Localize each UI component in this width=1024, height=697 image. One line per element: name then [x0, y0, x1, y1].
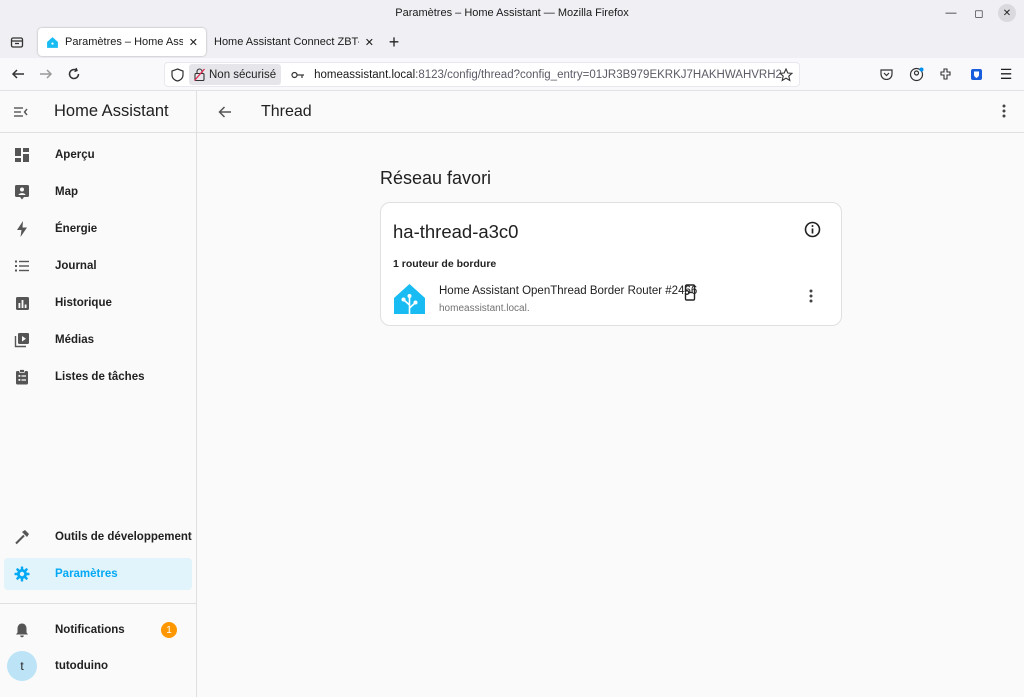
arrow-left-icon: [218, 105, 231, 118]
sidebar-item-label: Énergie: [55, 223, 98, 235]
sidebar-item-user-profile[interactable]: t tutoduino: [4, 650, 192, 682]
sidebar-item-label: Médias: [55, 334, 94, 346]
tab-label: Paramètres – Home Assistant: [65, 36, 183, 48]
tab-list-icon: [10, 37, 24, 48]
cellphone-key-icon: [683, 284, 696, 301]
sidebar-item-todo-lists[interactable]: Listes de tâches: [4, 361, 192, 393]
border-router-name: Home Assistant OpenThread Border Router …: [439, 285, 698, 297]
arrow-left-icon: [11, 69, 24, 79]
sidebar-title: Home Assistant: [54, 102, 169, 120]
pocket-icon[interactable]: [874, 62, 898, 86]
user-name: tutoduino: [55, 660, 109, 672]
security-label: Non sécurisé: [209, 68, 277, 81]
sidebar-item-label: Historique: [55, 297, 112, 309]
shield-icon[interactable]: [171, 68, 184, 82]
sidebar-header: Home Assistant: [0, 91, 196, 133]
reload-button[interactable]: [60, 60, 88, 88]
info-icon[interactable]: [804, 221, 821, 238]
reload-icon: [68, 67, 80, 80]
toolbar-extensions: ☰: [874, 62, 1018, 86]
close-tab-icon[interactable]: ✕: [365, 36, 374, 49]
new-tab-button[interactable]: +: [382, 30, 406, 54]
hammer-icon: [4, 529, 40, 545]
window-title: Paramètres – Home Assistant — Mozilla Fi…: [395, 7, 629, 19]
network-name: ha-thread-a3c0: [393, 221, 519, 242]
sidebar-item-media[interactable]: Médias: [4, 324, 192, 356]
app-menu-icon[interactable]: ☰: [994, 62, 1018, 86]
page-title: Thread: [261, 102, 312, 120]
gear-icon: [4, 566, 40, 582]
sidebar-item-developer-tools[interactable]: Outils de développement: [4, 521, 192, 553]
extensions-icon[interactable]: [934, 62, 958, 86]
bitwarden-icon[interactable]: [964, 62, 988, 86]
sidebar-item-label: Listes de tâches: [55, 371, 145, 383]
avatar: t: [7, 651, 37, 681]
sidebar-item-logbook[interactable]: Journal: [4, 250, 192, 282]
overflow-menu-icon[interactable]: [1002, 104, 1006, 118]
url-text[interactable]: homeassistant.local:8123/config/thread?c…: [314, 69, 782, 81]
sidebar-item-label: Journal: [55, 260, 97, 272]
section-title: Réseau favori: [380, 168, 492, 188]
thread-network-card: ha-thread-a3c0 1 routeur de bordure Home…: [380, 202, 842, 326]
sidebar-item-label: Map: [55, 186, 78, 198]
bell-icon: [4, 622, 40, 638]
sidebar-item-overview[interactable]: Aperçu: [4, 139, 192, 171]
close-tab-icon[interactable]: ✕: [189, 36, 198, 49]
map-account-icon: [4, 184, 40, 200]
window-controls: — ◻ ✕: [942, 4, 1016, 22]
sidebar-item-settings[interactable]: Paramètres: [4, 558, 192, 590]
sidebar-toggle-button[interactable]: [0, 105, 42, 119]
sidebar-item-label: Aperçu: [55, 149, 95, 161]
maximize-icon[interactable]: ◻: [970, 4, 988, 22]
navigation-toolbar: Non sécurisé homeassistant.local:8123/co…: [0, 58, 1024, 91]
chart-box-icon: [4, 296, 40, 311]
border-router-count: 1 routeur de bordure: [393, 258, 497, 270]
back-button[interactable]: [197, 105, 253, 119]
page-header: Thread: [197, 91, 1024, 133]
url-path: :8123/config/thread?config_entry=01JR3B9…: [415, 68, 782, 81]
window-titlebar: Paramètres – Home Assistant — Mozilla Fi…: [0, 0, 1024, 26]
list-icon: [4, 259, 40, 273]
url-bar[interactable]: Non sécurisé homeassistant.local:8123/co…: [164, 62, 800, 87]
url-host: homeassistant.local: [314, 68, 416, 81]
bookmark-star-icon[interactable]: [779, 68, 793, 82]
sidebar-item-energy[interactable]: Énergie: [4, 213, 192, 245]
sidebar-item-label: Outils de développement: [55, 531, 192, 543]
sidebar-item-label: Notifications: [55, 624, 125, 636]
home-assistant-favicon-icon: [47, 36, 58, 48]
lightning-icon: [4, 221, 40, 237]
home-assistant-logo-icon: [394, 284, 425, 314]
sidebar-item-map[interactable]: Map: [4, 176, 192, 208]
key-icon[interactable]: [291, 70, 305, 80]
clipboard-list-icon: [4, 369, 40, 385]
tab-connect-zbt[interactable]: Home Assistant Connect ZBT-1 ✕: [206, 28, 382, 56]
insecure-lock-icon: [194, 68, 205, 81]
main-content: Thread Réseau favori ha-thread-a3c0 1 ro…: [197, 91, 1024, 697]
menu-collapse-icon: [14, 106, 28, 117]
notification-count-badge: 1: [161, 622, 177, 638]
sidebar: Home Assistant Aperçu Map Énergie Journa…: [0, 91, 197, 697]
back-button[interactable]: [4, 60, 32, 88]
sidebar-item-label: Paramètres: [55, 568, 118, 580]
play-box-icon: [4, 332, 40, 348]
border-router-host: homeassistant.local.: [439, 303, 530, 314]
forward-button[interactable]: [32, 60, 60, 88]
sidebar-divider: [0, 603, 197, 604]
tab-bar: Paramètres – Home Assistant ✕ Home Assis…: [0, 26, 1024, 69]
minimize-icon[interactable]: —: [942, 4, 960, 22]
arrow-right-icon: [40, 69, 53, 79]
tab-label: Home Assistant Connect ZBT-1: [214, 36, 359, 48]
tab-settings[interactable]: Paramètres – Home Assistant ✕: [38, 28, 206, 56]
border-router-row: Home Assistant OpenThread Border Router …: [393, 283, 833, 317]
dashboard-icon: [4, 147, 40, 163]
account-icon[interactable]: [904, 62, 928, 86]
security-indicator[interactable]: Non sécurisé: [189, 64, 282, 85]
sidebar-item-history[interactable]: Historique: [4, 287, 192, 319]
sidebar-item-notifications[interactable]: Notifications 1: [4, 614, 192, 646]
tab-list-button[interactable]: [2, 28, 32, 56]
close-window-icon[interactable]: ✕: [998, 4, 1016, 22]
router-overflow-menu-icon[interactable]: [809, 289, 813, 303]
